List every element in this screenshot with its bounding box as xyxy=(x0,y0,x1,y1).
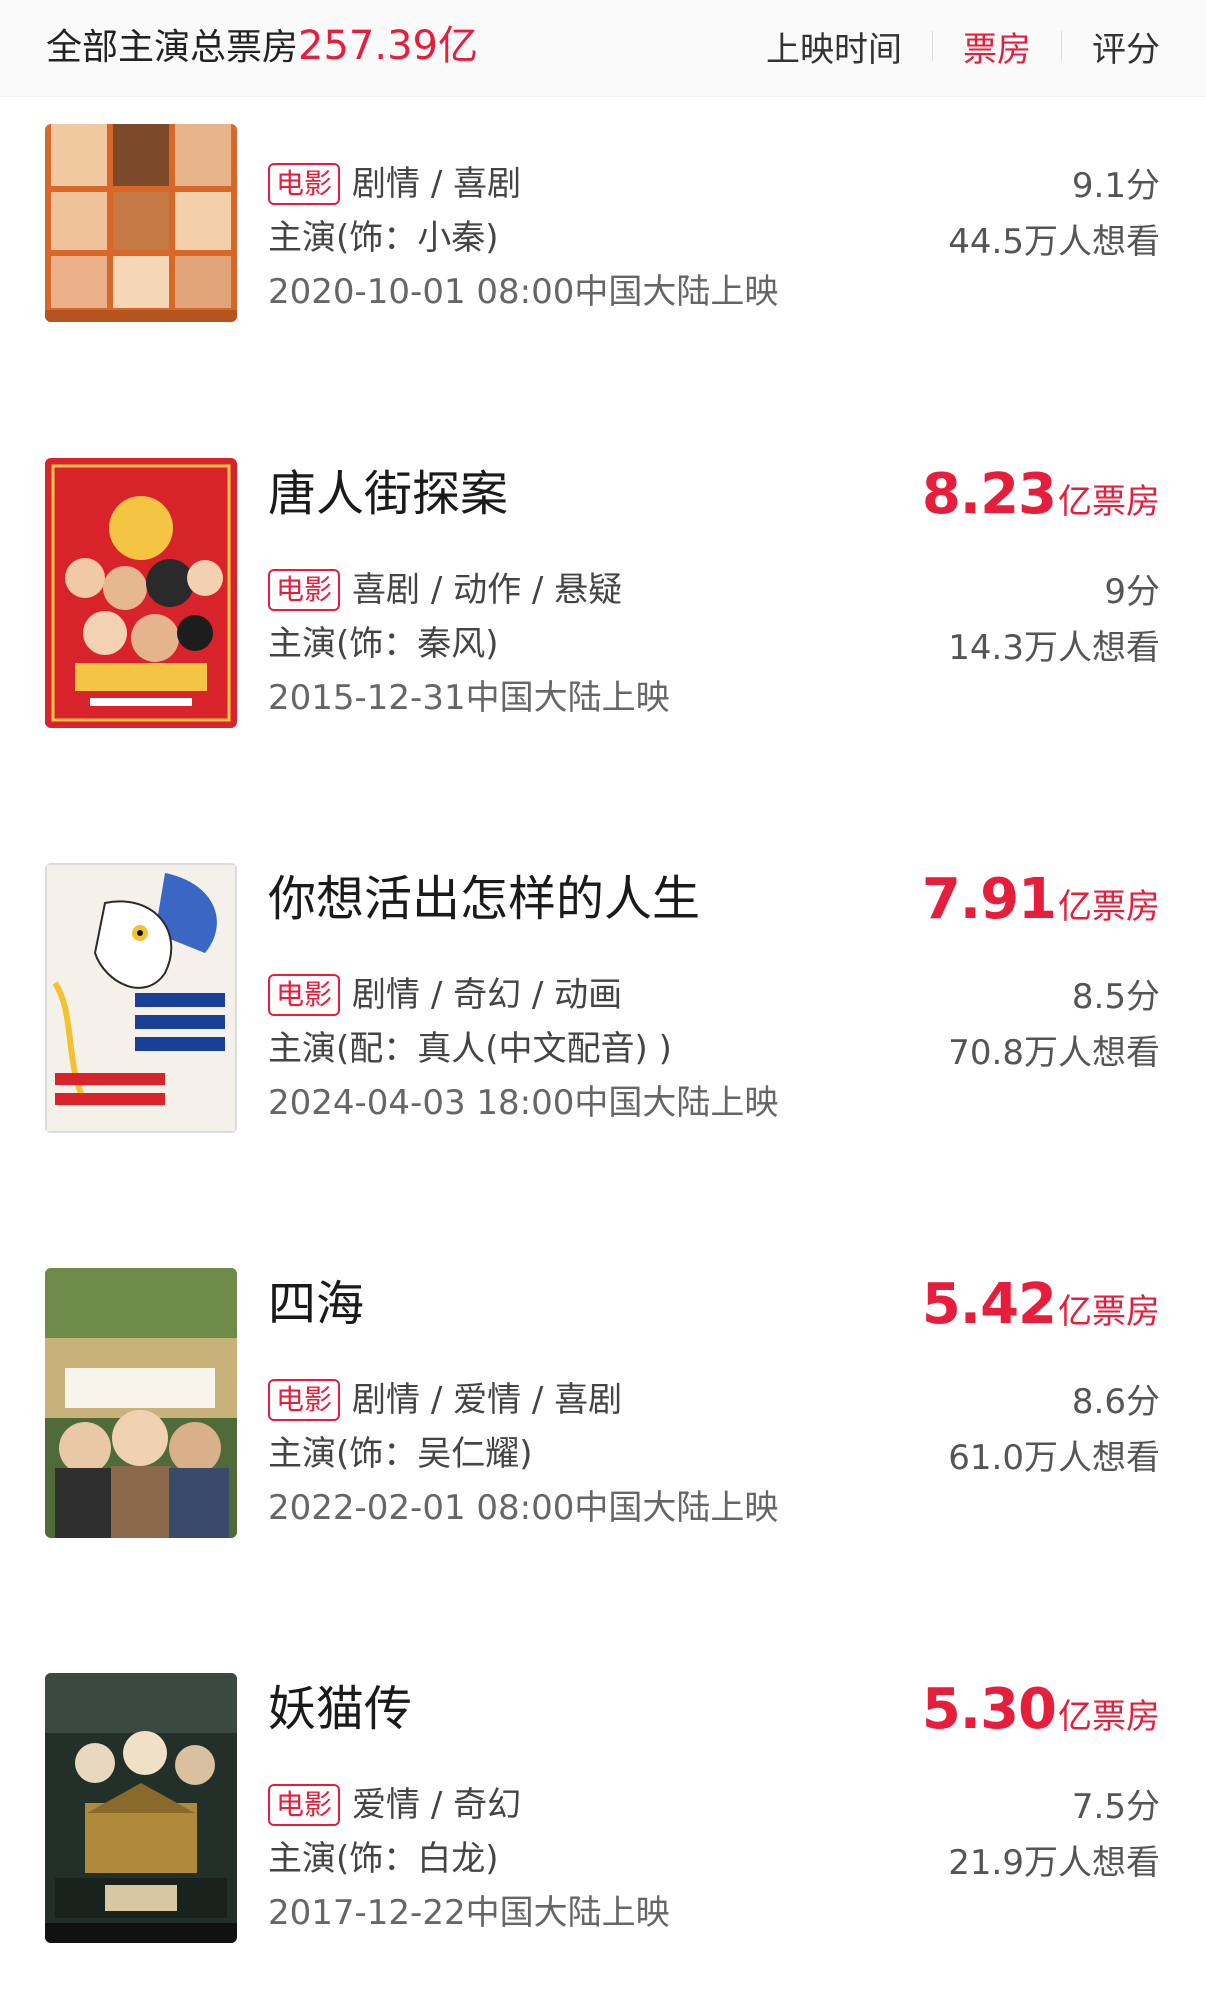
box-office-value: 5.30 xyxy=(921,1677,1057,1742)
type-tag: 电影 xyxy=(268,974,341,1016)
movie-role: 主演(饰：吴仁耀) xyxy=(268,1434,533,1474)
movie-meta: 电影 剧情 / 爱情 / 喜剧 xyxy=(268,1378,622,1422)
release-date: 2015-12-31中国大陆上映 xyxy=(268,678,670,718)
release-date: 2017-12-22中国大陆上映 xyxy=(268,1893,670,1933)
box-office-value: 7.91 xyxy=(921,867,1057,932)
release-date: 2024-04-03 18:00中国大陆上映 xyxy=(268,1083,779,1123)
movie-title[interactable]: 你想活出怎样的人生 xyxy=(268,869,700,929)
divider xyxy=(1061,31,1062,61)
genres: 剧情 / 爱情 / 喜剧 xyxy=(352,1380,623,1420)
movie-role: 主演(饰：白龙) xyxy=(268,1839,499,1879)
movie-meta: 电影 剧情 / 奇幻 / 动画 xyxy=(268,973,622,1017)
total-value: 257.39亿 xyxy=(298,23,478,69)
type-tag: 电影 xyxy=(268,569,341,611)
movie-item[interactable]: 妖猫传 5.30亿票房 电影 爱情 / 奇幻 主演(饰：白龙) 2017-12-2… xyxy=(0,1673,1206,1943)
movie-item[interactable]: 四海 5.42亿票房 电影 剧情 / 爱情 / 喜剧 主演(饰：吴仁耀) 2022… xyxy=(0,1268,1206,1538)
box-office-value: 8.23 xyxy=(921,462,1057,527)
movie-title[interactable]: 妖猫传 xyxy=(268,1679,412,1739)
type-tag: 电影 xyxy=(268,1784,341,1826)
box-office: 5.30亿票房 xyxy=(922,1677,1160,1742)
movie-role: 主演(饰：小秦) xyxy=(268,218,499,258)
movie-meta: 电影 喜剧 / 动作 / 悬疑 xyxy=(268,568,622,612)
wish-count: 21.9万人想看 xyxy=(948,1843,1160,1883)
total-label: 全部主演总票房 xyxy=(46,27,299,68)
release-date: 2022-02-01 08:00中国大陆上映 xyxy=(268,1488,779,1528)
movie-item[interactable]: 你想活出怎样的人生 7.91亿票房 电影 剧情 / 奇幻 / 动画 主演(配：真人… xyxy=(0,863,1206,1133)
movie-meta: 电影 剧情 / 喜剧 xyxy=(268,162,521,206)
sort-by-release-date[interactable]: 上映时间 xyxy=(766,22,902,71)
divider xyxy=(932,31,933,61)
movie-item[interactable]: 唐人街探案 8.23亿票房 电影 喜剧 / 动作 / 悬疑 主演(饰：秦风) 20… xyxy=(0,458,1206,728)
movie-poster[interactable] xyxy=(45,863,237,1133)
sort-by-rating[interactable]: 评分 xyxy=(1092,22,1160,71)
total-boxoffice: 全部主演总票房257.39亿 xyxy=(46,18,478,76)
wish-count: 61.0万人想看 xyxy=(948,1438,1160,1478)
movie-poster[interactable] xyxy=(45,458,237,728)
summary-header: 全部主演总票房257.39亿 上映时间 票房 评分 xyxy=(0,0,1206,97)
movie-poster[interactable] xyxy=(45,1268,237,1538)
rating: 8.5分 xyxy=(1071,977,1160,1017)
box-office-unit: 亿票房 xyxy=(1058,887,1160,927)
rating: 8.6分 xyxy=(1071,1382,1160,1422)
rating: 9分 xyxy=(1104,572,1160,612)
rating: 9.1分 xyxy=(1071,166,1160,206)
sort-tabs: 上映时间 票房 评分 xyxy=(766,18,1160,74)
genres: 爱情 / 奇幻 xyxy=(352,1785,522,1825)
movie-poster[interactable] xyxy=(45,124,237,322)
movie-meta: 电影 爱情 / 奇幻 xyxy=(268,1783,521,1827)
box-office-value: 5.42 xyxy=(921,1272,1057,1337)
movie-title[interactable]: 唐人街探案 xyxy=(268,464,508,524)
box-office: 5.42亿票房 xyxy=(922,1272,1160,1337)
genres: 剧情 / 奇幻 / 动画 xyxy=(352,975,623,1015)
movie-role: 主演(饰：秦风) xyxy=(268,624,499,664)
box-office: 7.91亿票房 xyxy=(922,867,1160,932)
wish-count: 14.3万人想看 xyxy=(948,628,1160,668)
box-office-unit: 亿票房 xyxy=(1058,1292,1160,1332)
wish-count: 44.5万人想看 xyxy=(948,222,1160,262)
rating: 7.5分 xyxy=(1071,1787,1160,1827)
wish-count: 70.8万人想看 xyxy=(948,1033,1160,1073)
sort-by-box-office[interactable]: 票房 xyxy=(963,22,1031,71)
box-office-unit: 亿票房 xyxy=(1058,482,1160,522)
genres: 剧情 / 喜剧 xyxy=(352,164,522,204)
release-date: 2020-10-01 08:00中国大陆上映 xyxy=(268,272,779,312)
type-tag: 电影 xyxy=(268,1379,341,1421)
movie-role: 主演(配：真人(中文配音) ) xyxy=(268,1029,672,1069)
movie-title[interactable]: 四海 xyxy=(268,1274,364,1334)
type-tag: 电影 xyxy=(268,163,341,205)
box-office-unit: 亿票房 xyxy=(1058,1697,1160,1737)
genres: 喜剧 / 动作 / 悬疑 xyxy=(352,570,623,610)
movie-poster[interactable] xyxy=(45,1673,237,1943)
box-office: 8.23亿票房 xyxy=(922,462,1160,527)
